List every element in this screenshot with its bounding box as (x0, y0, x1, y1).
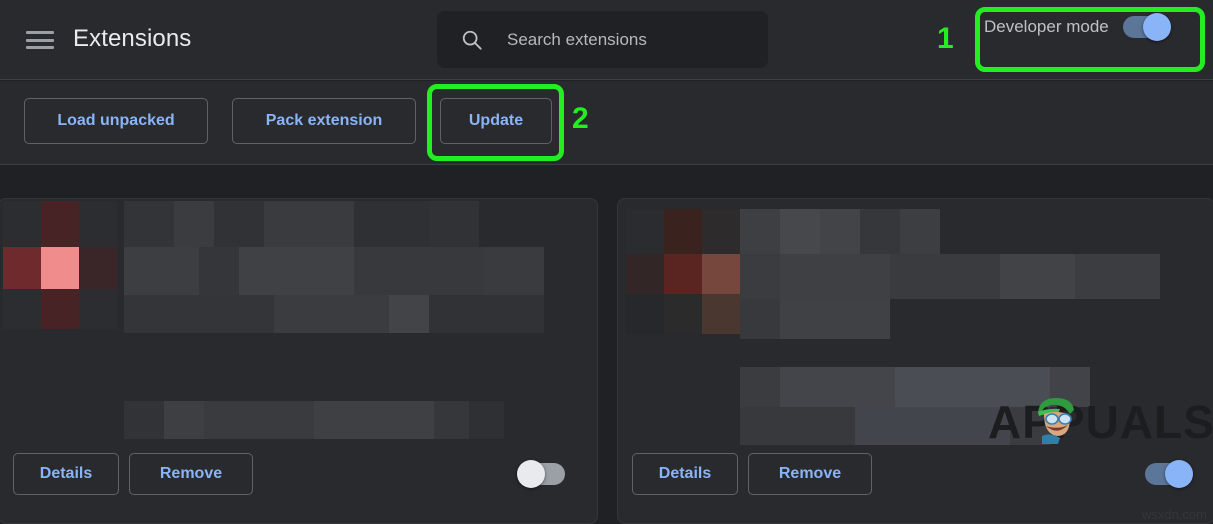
update-button[interactable]: Update (440, 98, 552, 144)
developer-mode-control[interactable]: Developer mode (984, 13, 1171, 41)
toggle-knob (1142, 13, 1171, 41)
details-button[interactable]: Details (632, 453, 738, 495)
extensions-page: Extensions Developer mode Load unpacked … (0, 0, 1213, 524)
developer-mode-toggle[interactable] (1122, 13, 1171, 41)
hamburger-menu-icon[interactable] (26, 27, 54, 53)
developer-mode-label: Developer mode (984, 17, 1109, 36)
remove-button[interactable]: Remove (748, 453, 872, 495)
extension-enabled-toggle[interactable] (1145, 460, 1193, 488)
toggle-knob (517, 460, 545, 488)
search-box[interactable] (437, 11, 768, 68)
annotation-number-2: 2 (572, 102, 589, 135)
footer-watermark: wsxdn.com (1141, 507, 1207, 522)
remove-button[interactable]: Remove (129, 453, 253, 495)
hamburger-bar (26, 31, 54, 34)
search-input[interactable] (507, 11, 757, 68)
page-header: Extensions Developer mode (0, 0, 1213, 80)
details-button[interactable]: Details (13, 453, 119, 495)
extension-card-right[interactable]: Details Remove (617, 198, 1213, 524)
search-icon (462, 30, 482, 50)
hamburger-bar (26, 46, 54, 49)
hamburger-bar (26, 38, 54, 42)
pack-extension-button[interactable]: Pack extension (232, 98, 416, 144)
extension-card-left[interactable]: Details Remove (0, 198, 598, 524)
extension-enabled-toggle[interactable] (517, 460, 565, 488)
load-unpacked-button[interactable]: Load unpacked (24, 98, 208, 144)
toggle-knob (1165, 460, 1193, 488)
annotation-number-1: 1 (937, 22, 954, 55)
page-title: Extensions (73, 25, 192, 52)
